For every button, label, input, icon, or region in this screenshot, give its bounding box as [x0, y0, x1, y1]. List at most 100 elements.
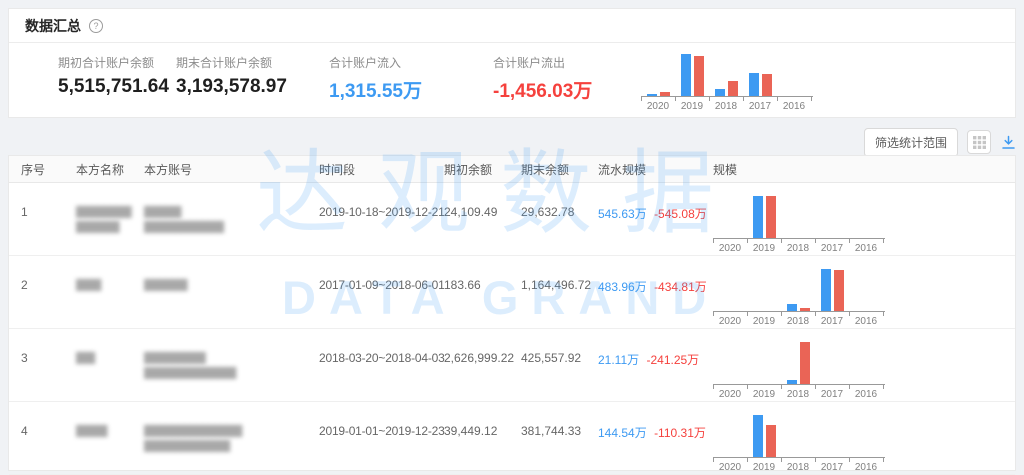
chart-year-slot	[641, 54, 675, 96]
col-header-end-balance: 期末余额	[509, 156, 586, 182]
chart-year-label: 2020	[713, 389, 747, 400]
outflow-bar	[694, 56, 704, 96]
blurred-text: ███████████████	[144, 366, 307, 381]
chart-year-slot	[781, 269, 815, 311]
chart-year-slot	[781, 196, 815, 238]
stat-value: -1,456.03万	[493, 76, 592, 103]
grid-icon[interactable]	[967, 130, 991, 154]
row-no: 2	[9, 256, 64, 328]
chart-year-slot	[849, 415, 883, 457]
filter-range-button[interactable]: 筛选统计范围	[864, 128, 958, 157]
own-name-blurred: ████	[64, 256, 132, 328]
chart-year-label: 2020	[713, 316, 747, 327]
chart-axis	[713, 384, 885, 389]
row-flow-chart: 20202019201820172016	[713, 269, 885, 327]
inflow-value: 483.96万	[598, 280, 647, 294]
help-icon[interactable]: ?	[89, 19, 103, 33]
chart-year-slot	[713, 196, 747, 238]
chart-year-slot	[815, 342, 849, 384]
period: 2017-01-09~2018-06-01	[307, 256, 432, 328]
stat-value: 5,515,751.64	[58, 76, 169, 98]
outflow-value: -241.25万	[646, 353, 699, 367]
summary-flow-chart: 20202019201820172016	[641, 54, 813, 112]
row-no: 4	[9, 402, 64, 474]
chart-year-label: 2018	[781, 462, 815, 473]
chart-year-label: 2017	[815, 316, 849, 327]
inflow-value: 21.11万	[598, 353, 639, 367]
col-header-period: 时间段	[307, 156, 432, 182]
blurred-text: █████	[76, 424, 132, 439]
own-account-blurred: ██████████ ███████████████	[132, 329, 307, 401]
download-icon[interactable]	[1000, 134, 1016, 150]
begin-balance: 24,109.49	[432, 183, 509, 255]
chart-year-slot	[675, 54, 709, 96]
outflow-value: -110.31万	[654, 426, 706, 440]
row-flow-chart: 20202019201820172016	[713, 342, 885, 400]
inflow-bar	[715, 89, 725, 96]
inflow-bar	[753, 196, 763, 238]
col-header-scale: 规模	[701, 156, 1015, 182]
chart-year-label: 2016	[849, 389, 883, 400]
table-row[interactable]: 4 █████ ████████████████ ██████████████ …	[9, 402, 1015, 475]
chart-year-label: 2018	[781, 316, 815, 327]
table-row[interactable]: 3 ███ ██████████ ███████████████ 2018-03…	[9, 329, 1015, 402]
chart-year-slot	[743, 54, 777, 96]
stat-begin-total: 期初合计账户余额 5,515,751.64	[58, 54, 169, 98]
blurred-text: ████	[76, 278, 132, 293]
chart-year-label: 2019	[747, 389, 781, 400]
begin-balance: 39,449.12	[432, 402, 509, 474]
accounts-table: 序号 本方名称 本方账号 时间段 期初余额 期末余额 流水规模 规模 1 ███…	[8, 155, 1016, 471]
period: 2019-10-18~2019-12-21	[307, 183, 432, 255]
flow-scale: 483.96万 -434.81万	[586, 256, 701, 328]
outflow-bar	[766, 196, 776, 238]
scale-chart-cell: 20202019201820172016	[701, 329, 1015, 401]
blurred-text: ██████████	[144, 351, 307, 366]
chart-axis	[713, 238, 885, 243]
table-row[interactable]: 2 ████ ███████ 2017-01-09~2018-06-01 183…	[9, 256, 1015, 329]
own-account-blurred: ████████████████ ██████████████	[132, 402, 307, 474]
chart-year-slot	[849, 196, 883, 238]
stat-end-total: 期末合计账户余额 3,193,578.97	[176, 54, 287, 98]
end-balance: 425,557.92	[509, 329, 586, 401]
stat-label: 合计账户流出	[493, 54, 592, 71]
own-account-blurred: ██████ █████████████	[132, 183, 307, 255]
chart-axis	[713, 311, 885, 316]
flow-scale: 21.11万 -241.25万	[586, 329, 701, 401]
row-no: 3	[9, 329, 64, 401]
chart-year-label: 2019	[747, 462, 781, 473]
blurred-text: ██████	[144, 205, 307, 220]
col-header-begin-balance: 期初余额	[432, 156, 509, 182]
stat-value: 1,315.55万	[329, 76, 422, 103]
outflow-bar	[728, 81, 738, 96]
chart-year-label: 2020	[641, 101, 675, 112]
flow-scale: 545.63万 -545.08万	[586, 183, 701, 255]
blurred-text: ███████	[144, 278, 307, 293]
summary-card: 数据汇总 ? 期初合计账户余额 5,515,751.64 期末合计账户余额 3,…	[8, 8, 1016, 118]
chart-year-label: 2020	[713, 462, 747, 473]
begin-balance: 2,626,999.22	[432, 329, 509, 401]
chart-year-label: 2017	[815, 389, 849, 400]
chart-year-label: 2018	[709, 101, 743, 112]
col-header-no: 序号	[9, 156, 64, 182]
inflow-bar	[753, 415, 763, 457]
stat-total-inflow: 合计账户流入 1,315.55万	[329, 54, 422, 103]
outflow-bar	[834, 270, 844, 311]
table-row[interactable]: 1 █████████ ███████ ██████ █████████████…	[9, 183, 1015, 256]
chart-year-slot	[713, 269, 747, 311]
scale-chart-cell: 20202019201820172016	[701, 183, 1015, 255]
own-name-blurred: █████	[64, 402, 132, 474]
chart-year-label: 2016	[849, 316, 883, 327]
row-no: 1	[9, 183, 64, 255]
chart-axis	[713, 457, 885, 462]
period: 2018-03-20~2018-04-03	[307, 329, 432, 401]
stat-label: 合计账户流入	[329, 54, 422, 71]
inflow-bar	[749, 73, 759, 96]
stat-label: 期初合计账户余额	[58, 54, 169, 71]
scale-chart-cell: 20202019201820172016	[701, 256, 1015, 328]
chart-year-label: 2019	[747, 316, 781, 327]
col-header-flow-scale: 流水规模	[586, 156, 701, 182]
chart-year-slot	[709, 54, 743, 96]
chart-year-slot	[815, 415, 849, 457]
chart-year-slot	[713, 415, 747, 457]
col-header-own-name: 本方名称	[64, 156, 132, 182]
